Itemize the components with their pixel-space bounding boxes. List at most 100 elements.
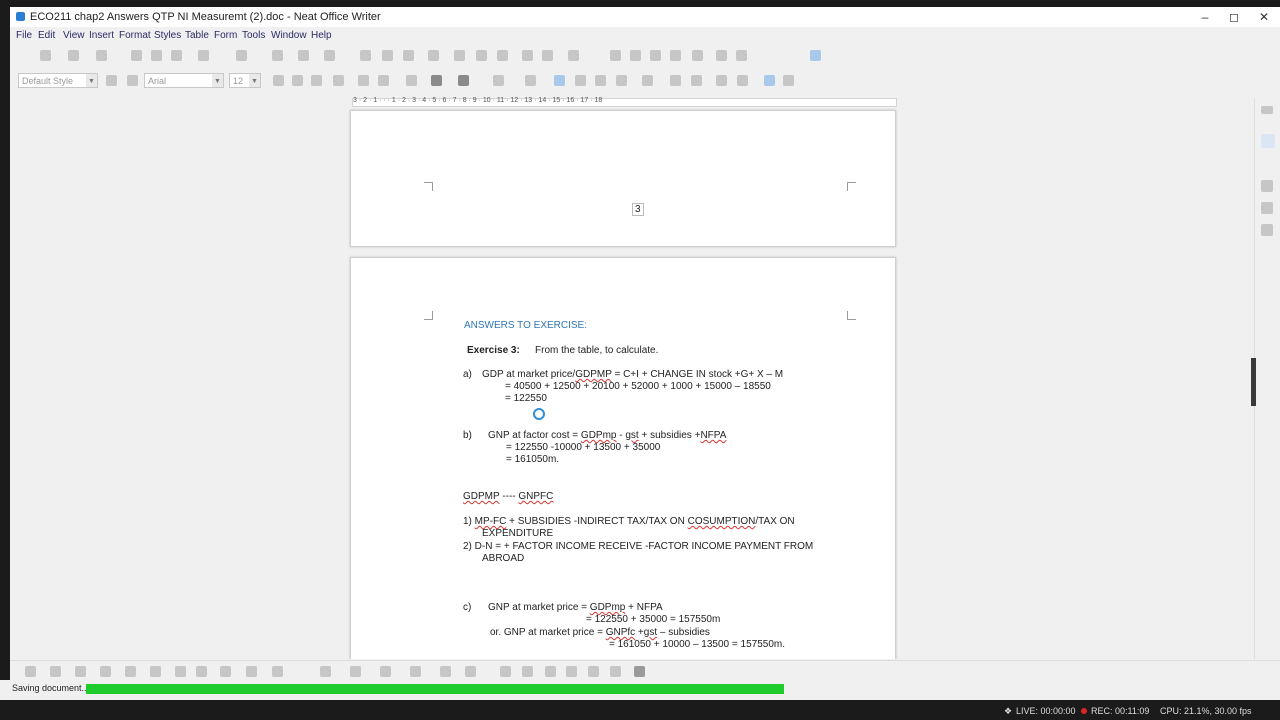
ellipse-icon[interactable] bbox=[196, 666, 207, 677]
points-icon[interactable] bbox=[588, 666, 599, 677]
symbol-shapes-icon[interactable] bbox=[246, 666, 257, 677]
align-objects-icon[interactable] bbox=[500, 666, 511, 677]
curve-icon[interactable] bbox=[100, 666, 111, 677]
extrusion-icon[interactable] bbox=[610, 666, 621, 677]
highlight-color-icon[interactable] bbox=[458, 75, 469, 86]
3d-objects-icon[interactable] bbox=[410, 666, 421, 677]
menu-window[interactable]: Window bbox=[271, 30, 307, 41]
styles-icon[interactable] bbox=[1261, 180, 1273, 192]
decrease-indent-icon[interactable] bbox=[737, 75, 748, 86]
menu-edit[interactable]: Edit bbox=[38, 30, 55, 41]
arrow-line-icon[interactable] bbox=[75, 666, 86, 677]
line-icon[interactable] bbox=[50, 666, 61, 677]
document-canvas[interactable]: 3 ANSWERS TO EXERCISE: Exercise 3: From … bbox=[10, 108, 1242, 659]
increase-paragraph-spacing-icon[interactable] bbox=[670, 75, 681, 86]
chevron-down-icon[interactable]: ▼ bbox=[212, 74, 223, 87]
line-spacing-icon[interactable] bbox=[642, 75, 653, 86]
left-to-right-icon[interactable] bbox=[764, 75, 775, 86]
arrange-icon[interactable] bbox=[522, 666, 533, 677]
flowchart-icon[interactable] bbox=[320, 666, 331, 677]
font-size-combo[interactable]: 12 ▼ bbox=[229, 73, 261, 88]
font-color-icon[interactable] bbox=[431, 75, 442, 86]
navigator-icon[interactable] bbox=[1261, 224, 1273, 236]
properties-icon[interactable] bbox=[1261, 134, 1275, 148]
strikethrough-icon[interactable] bbox=[333, 75, 344, 86]
insert-table-icon[interactable] bbox=[428, 50, 439, 61]
callouts-icon[interactable] bbox=[350, 666, 361, 677]
menu-insert[interactable]: Insert bbox=[89, 30, 114, 41]
align-left-icon[interactable] bbox=[554, 75, 565, 86]
undo-icon[interactable] bbox=[298, 50, 309, 61]
formatting-marks-icon[interactable] bbox=[403, 50, 414, 61]
insert-line-icon[interactable] bbox=[716, 50, 727, 61]
bold-icon[interactable] bbox=[273, 75, 284, 86]
menu-view[interactable]: View bbox=[63, 30, 85, 41]
justify-icon[interactable] bbox=[616, 75, 627, 86]
print-preview-icon[interactable] bbox=[171, 50, 182, 61]
menu-format[interactable]: Format bbox=[119, 30, 151, 41]
menu-styles[interactable]: Styles bbox=[154, 30, 181, 41]
text-box-icon[interactable] bbox=[497, 50, 508, 61]
paragraph-style-combo[interactable]: Default Style ▼ bbox=[18, 73, 98, 88]
chevron-down-icon[interactable]: ▼ bbox=[86, 74, 97, 87]
update-style-icon[interactable] bbox=[106, 75, 117, 86]
clone-formatting-icon[interactable] bbox=[272, 50, 283, 61]
sidebar-menu-icon[interactable] bbox=[1261, 106, 1273, 114]
close-button[interactable]: ✕ bbox=[1249, 9, 1279, 25]
minimize-button[interactable]: – bbox=[1190, 9, 1220, 25]
block-arrows-icon[interactable] bbox=[272, 666, 283, 677]
save-icon[interactable] bbox=[96, 50, 107, 61]
insert-chart-icon[interactable] bbox=[476, 50, 487, 61]
menu-table[interactable]: Table bbox=[185, 30, 209, 41]
insert-text-icon[interactable] bbox=[545, 666, 556, 677]
new-document-icon[interactable] bbox=[40, 50, 51, 61]
spelling-icon[interactable] bbox=[382, 50, 393, 61]
basic-shapes-icon[interactable] bbox=[736, 50, 747, 61]
menu-help[interactable]: Help bbox=[311, 30, 332, 41]
open-icon[interactable] bbox=[68, 50, 79, 61]
select-arrow-icon[interactable] bbox=[25, 666, 36, 677]
increase-indent-icon[interactable] bbox=[716, 75, 727, 86]
footnote-icon[interactable] bbox=[630, 50, 641, 61]
hyperlink-icon[interactable] bbox=[610, 50, 621, 61]
clear-formatting-icon[interactable] bbox=[406, 75, 417, 86]
paste-icon[interactable] bbox=[236, 50, 247, 61]
header-footer-icon[interactable] bbox=[692, 50, 703, 61]
print-icon[interactable] bbox=[151, 50, 162, 61]
menu-tools[interactable]: Tools bbox=[242, 30, 265, 41]
menu-file[interactable]: File bbox=[16, 30, 32, 41]
basic-shapes-icon[interactable] bbox=[220, 666, 231, 677]
text-frame-icon[interactable] bbox=[440, 666, 451, 677]
redo-icon[interactable] bbox=[324, 50, 335, 61]
comment-icon[interactable] bbox=[650, 50, 661, 61]
italic-icon[interactable] bbox=[292, 75, 303, 86]
horizontal-ruler[interactable]: 3 · 2 · 1 · · · 1 · 2 · 3 · 4 · 5 · 6 · … bbox=[352, 97, 897, 107]
freeform-icon[interactable] bbox=[150, 666, 161, 677]
numbering-icon[interactable] bbox=[525, 75, 536, 86]
align-center-icon[interactable] bbox=[575, 75, 586, 86]
stars-icon[interactable] bbox=[380, 666, 391, 677]
rectangle-icon[interactable] bbox=[175, 666, 186, 677]
cut-icon[interactable] bbox=[198, 50, 209, 61]
insert-field-icon[interactable] bbox=[542, 50, 553, 61]
new-style-icon[interactable] bbox=[127, 75, 138, 86]
find-replace-icon[interactable] bbox=[360, 50, 371, 61]
insert-image-icon[interactable] bbox=[454, 50, 465, 61]
align-right-icon[interactable] bbox=[595, 75, 606, 86]
shadow-icon[interactable] bbox=[634, 666, 645, 677]
underline-icon[interactable] bbox=[311, 75, 322, 86]
fontwork-icon[interactable] bbox=[465, 666, 476, 677]
special-character-icon[interactable] bbox=[568, 50, 579, 61]
draw-functions-icon[interactable] bbox=[810, 50, 821, 61]
font-name-combo[interactable]: Arial ▼ bbox=[144, 73, 224, 88]
polygon-icon[interactable] bbox=[125, 666, 136, 677]
right-to-left-icon[interactable] bbox=[783, 75, 794, 86]
subscript-icon[interactable] bbox=[378, 75, 389, 86]
superscript-icon[interactable] bbox=[358, 75, 369, 86]
menu-form[interactable]: Form bbox=[214, 30, 237, 41]
decrease-paragraph-spacing-icon[interactable] bbox=[691, 75, 702, 86]
vertical-text-icon[interactable] bbox=[566, 666, 577, 677]
gallery-icon[interactable] bbox=[1261, 202, 1273, 214]
export-pdf-icon[interactable] bbox=[131, 50, 142, 61]
maximize-button[interactable]: ◻ bbox=[1219, 9, 1249, 25]
